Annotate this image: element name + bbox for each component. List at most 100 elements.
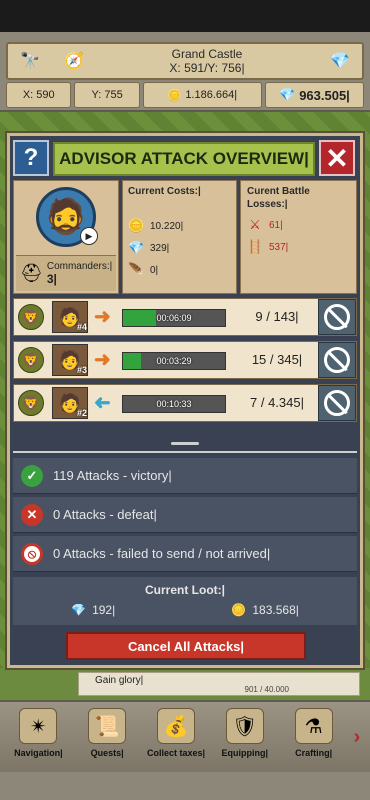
dialog-title-box: ADVISOR ATTACK OVERVIEW| (53, 142, 315, 176)
prohibit-icon (324, 304, 350, 330)
loot-title: Current Loot:| (144, 583, 225, 597)
stat-defeat-text: 0 Attacks - defeat| (53, 507, 157, 522)
cost-feathers-value: 0| (150, 264, 159, 276)
arrow-left-icon: ➜ (94, 392, 111, 414)
close-button[interactable]: ✕ (319, 140, 355, 176)
compass-rose-icon: ✴ (19, 708, 58, 744)
commander-portrait[interactable]: 🧑 #3 (52, 344, 88, 376)
telescope-icon[interactable]: 🔭 (8, 45, 52, 77)
cancel-attack-button[interactable] (318, 385, 356, 421)
ruby-shop-icon[interactable]: 💎 (318, 45, 362, 77)
drag-handle[interactable] (171, 442, 199, 445)
advisor-attack-dialog: ? ADVISOR ATTACK OVERVIEW| ✕ 🧔 ▶ ⛑ Comma… (5, 131, 365, 670)
nav-navigation-label: Navigation| (14, 748, 63, 758)
y-coordinate: Y: 755 (74, 82, 140, 108)
nav-equipping-button[interactable]: 🛡 Equipping| (210, 704, 279, 770)
dialog-header: ? ADVISOR ATTACK OVERVIEW| ✕ (13, 140, 357, 178)
commanders-box: ⛑ Commanders:| 3| (16, 255, 116, 291)
scroll-icon: 📜 (88, 708, 127, 744)
lion-crest-icon: 🦁 (18, 390, 44, 416)
prohibit-icon (324, 347, 350, 373)
loot-box: Current Loot:| 💎 192| 🪙 183.568| (13, 577, 357, 625)
loss-soldiers: ⚔ 61| (247, 217, 350, 233)
attack-row[interactable]: 🦁 🧑 #2 ➜ 00:10:33 7 / 4.345| (13, 384, 357, 422)
commander-number: #3 (76, 365, 87, 375)
cancel-all-attacks-button[interactable]: Cancel All Attacks| (66, 632, 306, 660)
cost-coins-value: 10.220| (150, 220, 184, 232)
cross-icon: ✕ (21, 503, 43, 526)
attack-row[interactable]: 🦁 🧑 #3 ➜ 00:03:29 15 / 345| (13, 341, 357, 379)
lion-crest-icon: 🦁 (18, 304, 44, 330)
loot-coins-value: 183.568| (252, 603, 299, 617)
rubies-value: 963.505| (299, 87, 350, 103)
ruby-icon: 💎 (279, 87, 296, 102)
attack-count: 7 / 4.345| (250, 395, 304, 410)
nav-crafting-label: Crafting| (295, 748, 333, 758)
summary-panels: 🧔 ▶ ⛑ Commanders:| 3| Current Costs:| 🪙 … (13, 180, 357, 294)
nav-quests-label: Quests| (90, 748, 124, 758)
loot-rubies-value: 192| (92, 603, 116, 617)
attack-timer: 00:10:33 (156, 399, 192, 409)
castle-selector[interactable]: 🔭 🧭 Grand Castle X: 591/Y: 756| 💎 (6, 42, 364, 80)
coins-value: 1.186.664| (185, 89, 238, 101)
attack-count: 9 / 143| (255, 309, 299, 324)
prohibit-icon (324, 390, 350, 416)
play-icon[interactable]: ▶ (80, 227, 98, 245)
loot-items: 💎 192| 🪙 183.568| (13, 603, 357, 617)
dialog-title: ADVISOR ATTACK OVERVIEW| (59, 149, 309, 168)
ruby-icon: 💎 (128, 240, 145, 255)
attack-list: 🦁 🧑 #4 ➜ 00:06:09 9 / 143| 🦁 🧑 #3 ➜ 00:03:… (13, 298, 357, 427)
prohibited-icon: ⦸ (21, 542, 43, 565)
castle-info[interactable]: Grand Castle X: 591/Y: 756| (96, 47, 318, 75)
cancel-attack-button[interactable] (318, 299, 356, 335)
compass-icon[interactable]: 🧭 (52, 45, 96, 77)
loss-soldiers-value: 61| (269, 219, 283, 231)
stat-failed-text: 0 Attacks - failed to send / not arrived… (53, 546, 271, 561)
attack-progress-bar: 00:10:33 (122, 395, 226, 413)
stat-victory: ✓ 119 Attacks - victory| (13, 458, 357, 494)
commander-portrait[interactable]: 🧑 #4 (52, 301, 88, 333)
x-coordinate: X: 590 (6, 82, 72, 108)
attack-count: 15 / 345| (251, 352, 303, 367)
ladder-icon: 🪜 (247, 239, 264, 254)
commander-portrait[interactable]: 🧑 #2 (52, 387, 88, 419)
crossed-swords-icon: ⚔ (249, 217, 261, 232)
glory-quest-bar[interactable]: Gain glory| 901 / 40.000 (78, 672, 360, 696)
nav-collect-button[interactable]: 💰 Collect taxes| (142, 704, 211, 770)
coins-icon: 🪙 (167, 89, 182, 102)
commanders-value: 3| (46, 272, 57, 286)
coins-icon: 🪙 (128, 218, 145, 233)
cost-rubies: 💎 329| (128, 240, 231, 256)
glory-label: Gain glory| (95, 675, 144, 686)
nav-quests-button[interactable]: 📜 Quests| (73, 704, 142, 770)
attack-progress-bar: 00:06:09 (122, 309, 226, 327)
nav-navigation-button[interactable]: ✴ Navigation| (4, 704, 73, 770)
cost-coins: 🪙 10.220| (128, 218, 231, 234)
divider-line (13, 451, 357, 453)
bottom-nav: ✴ Navigation| 📜 Quests| 💰 Collect taxes|… (0, 700, 370, 772)
advisor-panel: 🧔 ▶ ⛑ Commanders:| 3| (13, 180, 119, 294)
lion-crest-icon: 🦁 (18, 347, 44, 373)
losses-panel: Curent Battle Losses:| ⚔ 61| 🪜 537| (240, 180, 357, 294)
commander-helmet-icon: ⛑ (20, 263, 43, 283)
arrow-right-icon: ➜ (94, 306, 111, 328)
nav-crafting-button[interactable]: ⚗ Crafting| (279, 704, 348, 770)
bottom-frame (0, 772, 370, 800)
costs-panel: Current Costs:| 🪙 10.220| 💎 329| 🪶 0| (122, 180, 237, 294)
status-bar (0, 0, 370, 32)
stat-victory-text: 119 Attacks - victory| (53, 468, 172, 483)
ruby-icon: 💎 (71, 603, 87, 617)
losses-title: Curent Battle Losses:| (247, 186, 310, 210)
cost-feathers: 🪶 0| (128, 262, 231, 278)
nav-next-arrow-icon[interactable]: › (348, 704, 366, 770)
attack-row[interactable]: 🦁 🧑 #4 ➜ 00:06:09 9 / 143| (13, 298, 357, 336)
costs-title: Current Costs:| (128, 186, 201, 197)
coins-display[interactable]: 🪙 1.186.664| (142, 82, 262, 108)
help-button[interactable]: ? (13, 140, 49, 176)
rubies-display[interactable]: 💎 963.505| (264, 82, 364, 108)
cancel-attack-button[interactable] (318, 342, 356, 378)
loot-rubies: 💎 192| (71, 603, 115, 617)
check-icon: ✓ (21, 464, 43, 487)
coins-icon: 🪙 (231, 603, 247, 617)
nav-equipping-label: Equipping| (221, 748, 269, 758)
